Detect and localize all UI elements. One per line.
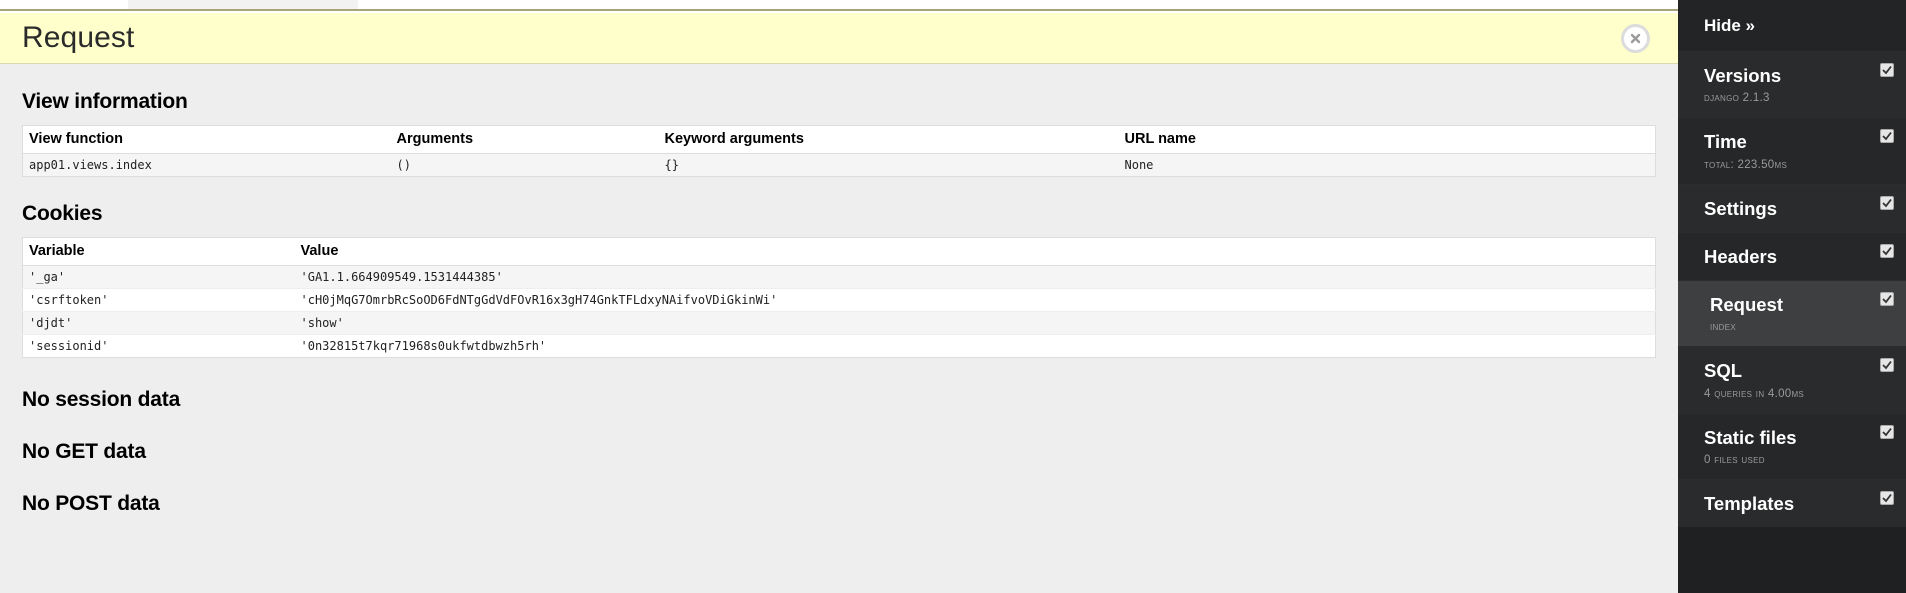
- toolbar-item-sql[interactable]: SQL 4 queries in 4.00ms: [1678, 346, 1906, 413]
- toolbar-item-request[interactable]: Request index: [1678, 280, 1906, 347]
- checkbox-icon[interactable]: [1880, 243, 1894, 258]
- toolbar-item-label: Settings: [1704, 197, 1777, 219]
- toolbar-item-versions[interactable]: Versions Django 2.1.3: [1678, 51, 1906, 118]
- cell-cookie-variable: 'sessionid': [22, 334, 295, 358]
- table-row: 'csrftoken' 'cH0jMqG7OmrbRcSoOD6FdNTgGdV…: [22, 288, 1656, 312]
- view-information-table: View function Arguments Keyword argument…: [22, 125, 1656, 177]
- cell-cookie-variable: 'csrftoken': [22, 288, 295, 312]
- browser-tab-placeholder: [128, 0, 358, 9]
- cell-cookie-value: 'GA1.1.664909549.1531444385': [294, 265, 1656, 289]
- no-session-data-heading: No session data: [22, 388, 181, 411]
- page-title: Request: [22, 21, 135, 54]
- column-header-keyword-arguments: Keyword arguments: [658, 125, 1119, 154]
- toolbar-item-label: Versions: [1704, 65, 1782, 86]
- debug-toolbar-screen: Request View information View function A…: [0, 0, 1906, 593]
- table-header-row: Variable Value: [22, 237, 1656, 266]
- toolbar-item-subtitle: 0 files used: [1704, 453, 1765, 466]
- table-row: app01.views.index () {} None: [22, 153, 1656, 177]
- cookies-heading: Cookies: [22, 202, 103, 225]
- table-row: 'djdt' 'show': [22, 311, 1656, 335]
- checkbox-icon[interactable]: [1880, 195, 1894, 210]
- cell-cookie-value: 'show': [294, 311, 1656, 335]
- panel-body: View information View function Arguments…: [0, 64, 1678, 516]
- toolbar-item-settings[interactable]: Settings: [1678, 183, 1906, 232]
- toolbar-item-headers[interactable]: Headers: [1678, 231, 1906, 281]
- toolbar-item-label: Time: [1704, 131, 1747, 153]
- cell-arguments: (): [390, 153, 659, 177]
- checkbox-icon[interactable]: [1880, 63, 1894, 77]
- toolbar-item-time[interactable]: Time Total: 223.50ms: [1678, 117, 1906, 184]
- checkbox-icon[interactable]: [1880, 490, 1894, 505]
- column-header-view-function: View function: [22, 125, 391, 154]
- browser-top-strip: [0, 0, 1678, 11]
- no-post-data-heading: No POST data: [22, 492, 160, 515]
- panel-header: Request: [0, 13, 1678, 64]
- toolbar-item-subtitle: Django 2.1.3: [1704, 92, 1770, 105]
- toolbar-item-templates[interactable]: Templates: [1678, 478, 1906, 528]
- view-information-section: View information View function Arguments…: [22, 64, 1656, 177]
- cell-keyword-arguments: {}: [658, 153, 1119, 177]
- no-get-data-heading: No GET data: [22, 440, 146, 463]
- toolbar-item-label: SQL: [1704, 360, 1743, 382]
- checkbox-icon[interactable]: [1880, 129, 1894, 144]
- request-panel: Request View information View function A…: [0, 13, 1678, 593]
- toolbar-item-subtitle: Total: 223.50ms: [1704, 158, 1788, 171]
- hide-toolbar-button[interactable]: Hide »: [1678, 0, 1906, 51]
- toolbar-item-subtitle: 4 queries in 4.00ms: [1704, 387, 1805, 400]
- cell-cookie-value: '0n32815t7kqr71968s0ukfwtdbwzh5rh': [294, 334, 1656, 358]
- toolbar-item-static-files[interactable]: Static files 0 files used: [1678, 412, 1906, 479]
- table-row: '_ga' 'GA1.1.664909549.1531444385': [22, 265, 1656, 289]
- cell-view-function: app01.views.index: [22, 153, 391, 177]
- cell-url-name: None: [1118, 153, 1656, 177]
- column-header-variable: Variable: [22, 237, 295, 266]
- column-header-value: Value: [294, 237, 1656, 266]
- cell-cookie-variable: '_ga': [22, 265, 295, 289]
- cookies-section: Cookies Variable Value '_ga' 'GA1.1.6649…: [22, 177, 1656, 358]
- toolbar-item-label: Request: [1710, 294, 1783, 316]
- close-circle-icon[interactable]: [1621, 24, 1650, 53]
- table-header-row: View function Arguments Keyword argument…: [22, 125, 1656, 154]
- checkbox-icon[interactable]: [1880, 424, 1894, 439]
- checkbox-icon[interactable]: [1880, 292, 1894, 307]
- view-information-heading: View information: [22, 90, 188, 113]
- column-header-arguments: Arguments: [390, 125, 659, 154]
- toolbar-item-label: Headers: [1704, 245, 1778, 267]
- cookies-table: Variable Value '_ga' 'GA1.1.664909549.15…: [22, 237, 1656, 358]
- toolbar-item-label: Static files: [1704, 426, 1797, 448]
- toolbar-item-subtitle: index: [1710, 321, 1736, 334]
- cell-cookie-variable: 'djdt': [22, 311, 295, 335]
- table-row: 'sessionid' '0n32815t7kqr71968s0ukfwtdbw…: [22, 334, 1656, 358]
- column-header-url-name: URL name: [1118, 125, 1656, 154]
- django-debug-toolbar: Hide » Versions Django 2.1.3 Time Total:…: [1678, 0, 1906, 593]
- cell-cookie-value: 'cH0jMqG7OmrbRcSoOD6FdNTgGdVdFOvR16x3gH7…: [294, 288, 1656, 312]
- checkbox-icon[interactable]: [1880, 358, 1894, 373]
- toolbar-item-label: Templates: [1704, 492, 1795, 514]
